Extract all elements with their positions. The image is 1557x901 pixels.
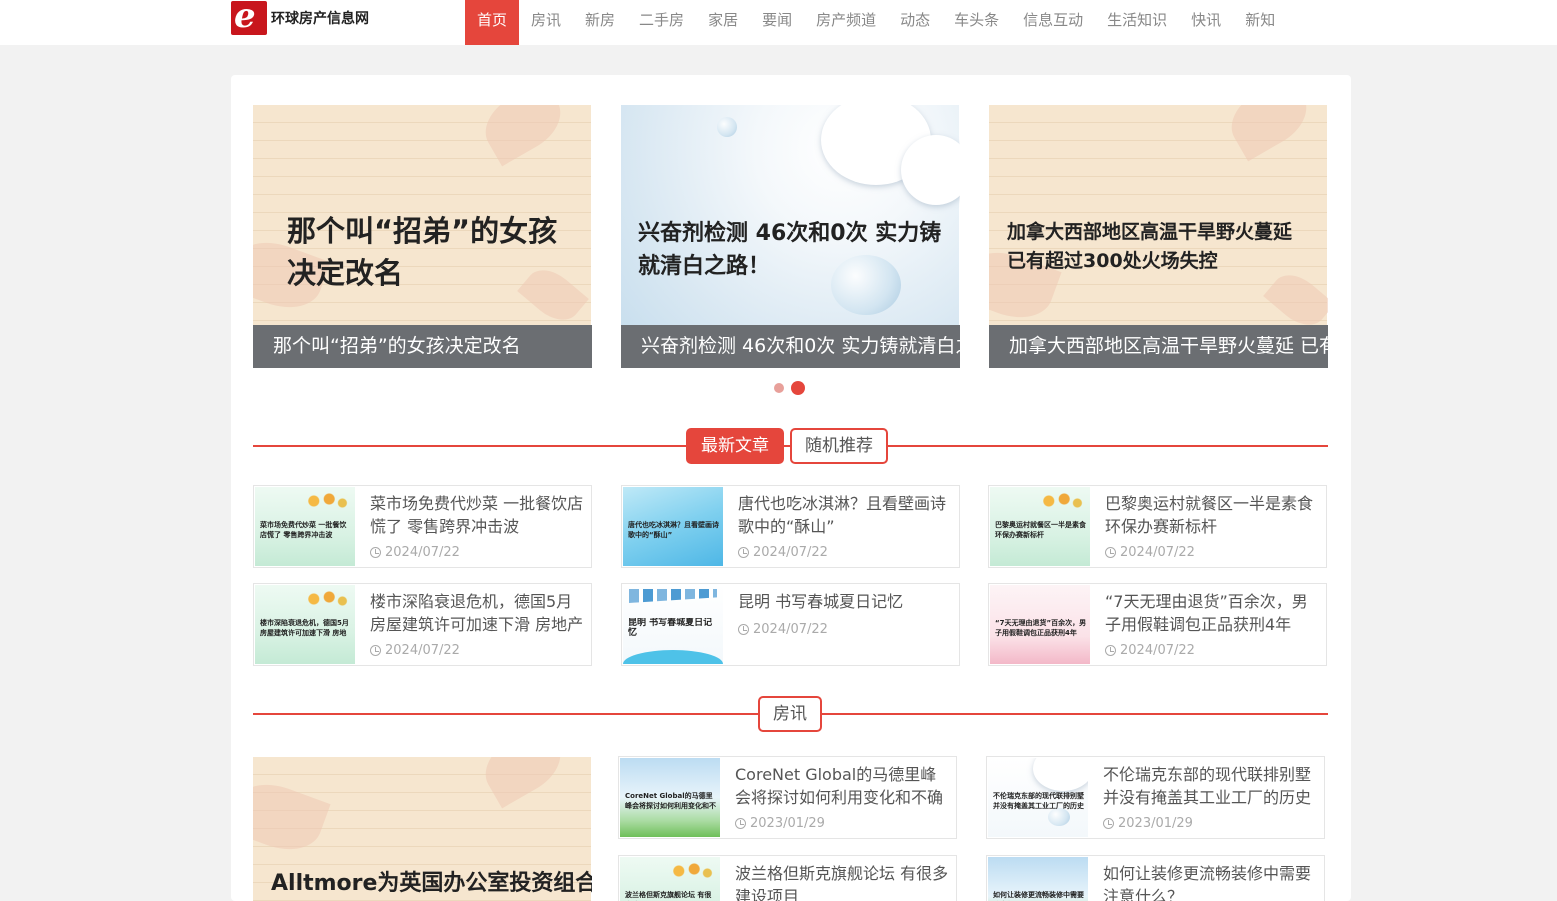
article-card[interactable]: 昆明 书写春城夏日记忆 昆明 书写春城夏日记忆 2024/07/22 — [621, 583, 960, 666]
article-thumbnail[interactable]: 不伦瑞克东部的现代联排别墅并没有掩盖其工业工厂的历史 — [988, 758, 1088, 837]
slide-caption[interactable]: 兴奋剂检测 46次和0次 实力铸就清白之路！ — [621, 325, 960, 368]
article-title[interactable]: 如何让装修更流畅装修中需要注意什么？ — [1103, 862, 1319, 901]
nav-item-new-knowledge[interactable]: 新知 — [1233, 0, 1287, 45]
article-date: 2024/07/22 — [738, 622, 828, 637]
nav-item-headlines[interactable]: 要闻 — [750, 0, 804, 45]
article-title[interactable]: CoreNet Global的马德里峰会将探讨如何利用变化和不确定性来促进商业成… — [735, 763, 951, 809]
article-title[interactable]: 唐代也吃冰淇淋？且看壁画诗歌中的“酥山” — [738, 492, 954, 538]
tab-random-picks[interactable]: 随机推荐 — [790, 428, 888, 464]
slide-headline: 那个叫“招弟”的女孩决定改名 — [287, 214, 558, 290]
slide-image — [989, 105, 1328, 335]
nav-item-fangxun[interactable]: 房讯 — [519, 0, 573, 45]
article-thumbnail[interactable]: 如何让装修更流畅装修中需要注意什么 — [988, 857, 1088, 901]
nav-item-flash-news[interactable]: 快讯 — [1179, 0, 1233, 45]
nav-item-new-homes[interactable]: 新房 — [573, 0, 627, 45]
nav-item-interaction[interactable]: 信息互动 — [1011, 0, 1095, 45]
latest-section-bar: 最新文章 随机推荐 — [253, 428, 1328, 464]
clock-icon — [1105, 645, 1116, 656]
carousel-dots — [774, 381, 805, 395]
nav-item-updates[interactable]: 动态 — [888, 0, 942, 45]
clock-icon — [1103, 818, 1114, 829]
carousel-slide[interactable]: 兴奋剂检测 46次和0次 实力铸就清白之路！ 兴奋剂检测 46次和0次 实力铸就… — [621, 105, 960, 368]
article-card[interactable]: “7天无理由退货”百余次，男子用假鞋调包正品获刑4年 “7天无理由退货”百余次，… — [988, 583, 1327, 666]
article-date: 2024/07/22 — [370, 545, 460, 560]
article-date: 2023/01/29 — [735, 816, 825, 831]
slide-headline: 加拿大西部地区高温干旱野火蔓延 已有超过300处火场失控 — [1007, 221, 1293, 272]
nav-item-life-tips[interactable]: 生活知识 — [1095, 0, 1179, 45]
article-date: 2023/01/29 — [1103, 816, 1193, 831]
article-title[interactable]: “7天无理由退货”百余次，男子用假鞋调包正品获刑4年 — [1105, 590, 1321, 636]
clock-icon — [1105, 547, 1116, 558]
article-date: 2024/07/22 — [370, 643, 460, 658]
clock-icon — [370, 547, 381, 558]
feature-headline[interactable]: Alltmore为英国办公室投资组合 — [271, 869, 592, 899]
article-thumbnail[interactable]: 昆明 书写春城夏日记忆 — [623, 585, 723, 664]
nav-item-car-news[interactable]: 车头条 — [942, 0, 1011, 45]
clock-icon — [735, 818, 746, 829]
site-header: e 环球房产信息网 首页 房讯 新房 二手房 家居 要闻 房产频道 动态 车头条… — [0, 0, 1557, 45]
article-card[interactable]: 不伦瑞克东部的现代联排别墅并没有掩盖其工业工厂的历史 不伦瑞克东部的现代联排别墅… — [986, 756, 1325, 839]
article-title[interactable]: 菜市场免费代炒菜 一批餐饮店慌了 零售跨界冲击波 — [370, 492, 586, 538]
article-thumbnail[interactable]: 巴黎奥运村就餐区一半是素食 环保办赛新标杆 — [990, 487, 1090, 566]
fangxun-section-bar: 房讯 — [253, 696, 1328, 732]
article-title[interactable]: 昆明 书写春城夏日记忆 — [738, 590, 954, 613]
article-date: 2024/07/22 — [1105, 545, 1195, 560]
carousel-slide[interactable]: 加拿大西部地区高温干旱野火蔓延 已有超过300处火场失控 加拿大西部地区高温干旱… — [989, 105, 1328, 368]
article-date: 2024/07/22 — [738, 545, 828, 560]
main-content: 那个叫“招弟”的女孩决定改名 那个叫“招弟”的女孩决定改名 兴奋剂检测 46次和… — [231, 75, 1351, 901]
nav-item-home-furnishing[interactable]: 家居 — [696, 0, 750, 45]
feature-article[interactable]: Alltmore为英国办公室投资组合 — [253, 757, 592, 901]
article-card[interactable]: 楼市深陷衰退危机，德国5月房屋建筑许可加速下滑 房地产行业面临困 楼市深陷衰退危… — [253, 583, 592, 666]
site-logo[interactable]: e 环球房产信息网 — [231, 0, 381, 36]
slide-caption[interactable]: 那个叫“招弟”的女孩决定改名 — [253, 325, 592, 368]
article-title[interactable]: 巴黎奥运村就餐区一半是素食 环保办赛新标杆 — [1105, 492, 1321, 538]
carousel-dot[interactable] — [774, 383, 784, 393]
article-card[interactable]: CoreNet Global的马德里峰会将探讨如何利用变化和不确定性来促进商业成… — [618, 756, 957, 839]
article-title[interactable]: 楼市深陷衰退危机，德国5月房屋建筑许可加速下滑 房地产行业 — [370, 590, 586, 636]
slide-headline: 兴奋剂检测 46次和0次 实力铸就清白之路！ — [638, 221, 942, 279]
article-thumbnail[interactable]: CoreNet Global的马德里峰会将探讨如何利用变化和不确定性来促进商业成… — [620, 758, 720, 837]
tab-fangxun[interactable]: 房讯 — [758, 696, 822, 732]
nav-item-second-hand[interactable]: 二手房 — [627, 0, 696, 45]
slide-caption[interactable]: 加拿大西部地区高温干旱野火蔓延 已有超过300处火场失控 — [989, 325, 1328, 368]
article-title[interactable]: 不伦瑞克东部的现代联排别墅并没有掩盖其工业工厂的历史 — [1103, 763, 1319, 809]
carousel-slide[interactable]: 那个叫“招弟”的女孩决定改名 那个叫“招弟”的女孩决定改名 — [253, 105, 592, 368]
article-thumbnail[interactable]: “7天无理由退货”百余次，男子用假鞋调包正品获刑4年 — [990, 585, 1090, 664]
nav-item-home[interactable]: 首页 — [465, 0, 520, 45]
carousel-dot-active[interactable] — [791, 381, 805, 395]
article-card[interactable]: 巴黎奥运村就餐区一半是素食 环保办赛新标杆 巴黎奥运村就餐区一半是素食 环保办赛… — [988, 485, 1327, 568]
clock-icon — [738, 624, 749, 635]
logo-mark-icon: e — [231, 1, 267, 35]
tab-latest-articles[interactable]: 最新文章 — [686, 428, 784, 464]
article-date: 2024/07/22 — [1105, 643, 1195, 658]
article-card[interactable]: 如何让装修更流畅装修中需要注意什么 如何让装修更流畅装修中需要注意什么？ — [986, 855, 1325, 901]
article-thumbnail[interactable]: 楼市深陷衰退危机，德国5月房屋建筑许可加速下滑 房地产行业面临困 — [255, 585, 355, 664]
article-card[interactable]: 唐代也吃冰淇淋？且看壁画诗歌中的“酥山” 唐代也吃冰淇淋？且看壁画诗歌中的“酥山… — [621, 485, 960, 568]
article-thumbnail[interactable]: 菜市场免费代炒菜 一批餐饮店慌了 零售跨界冲击波 — [255, 487, 355, 566]
clock-icon — [738, 547, 749, 558]
slide-image — [621, 105, 960, 325]
article-thumbnail[interactable]: 唐代也吃冰淇淋？且看壁画诗歌中的“酥山” — [623, 487, 723, 566]
logo-text: 环球房产信息网 — [271, 11, 369, 27]
article-thumbnail[interactable]: 波兰格但斯克旗舰论坛 有很多建设项目 — [620, 857, 720, 901]
main-nav: 首页 房讯 新房 二手房 家居 要闻 房产频道 动态 车头条 信息互动 生活知识… — [465, 0, 1287, 45]
article-title[interactable]: 波兰格但斯克旗舰论坛 有很多建设项目 — [735, 862, 951, 901]
nav-item-property-channel[interactable]: 房产频道 — [804, 0, 888, 45]
article-card[interactable]: 菜市场免费代炒菜 一批餐饮店慌了 零售跨界冲击波 菜市场免费代炒菜 一批餐饮店慌… — [253, 485, 592, 568]
article-card[interactable]: 波兰格但斯克旗舰论坛 有很多建设项目 波兰格但斯克旗舰论坛 有很多建设项目 — [618, 855, 957, 901]
clock-icon — [370, 645, 381, 656]
